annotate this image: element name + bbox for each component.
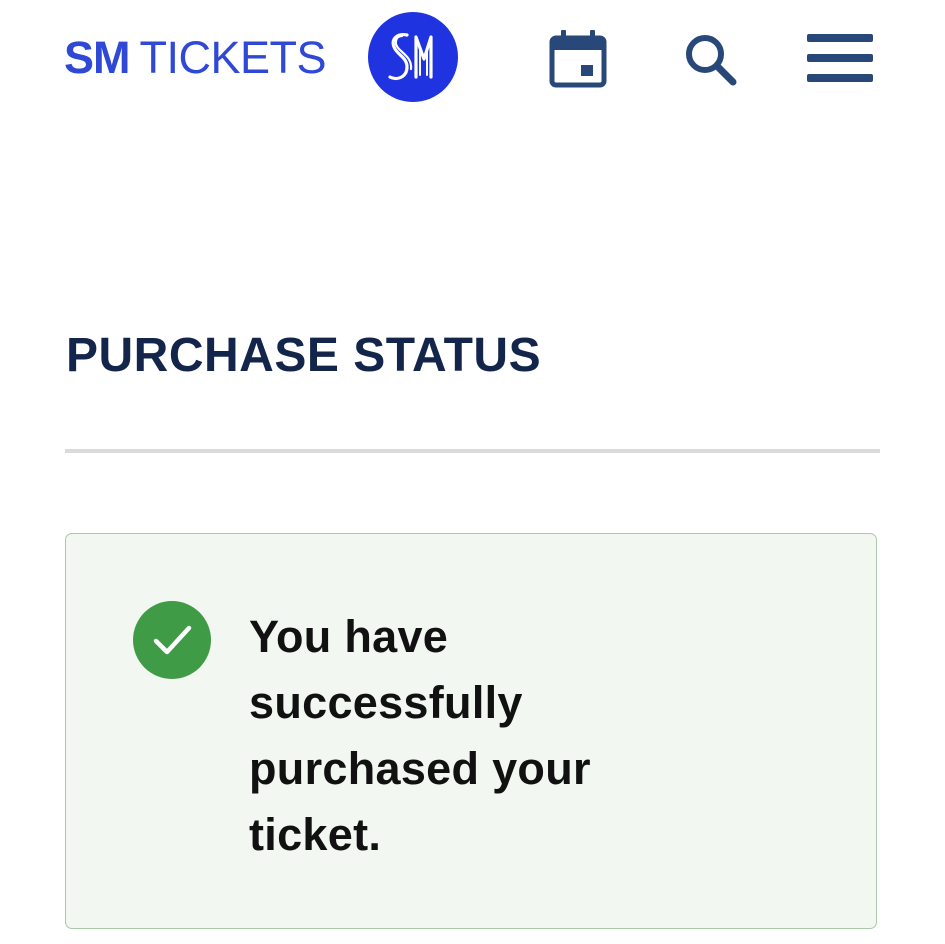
brand-sm-text: SM	[64, 32, 130, 83]
status-alert: You have successfully purchased your tic…	[65, 533, 877, 929]
divider	[65, 449, 880, 453]
calendar-icon[interactable]	[545, 26, 611, 92]
status-message: You have successfully purchased your tic…	[249, 611, 591, 860]
sm-tickets-logo[interactable]: SM TICKETS	[64, 30, 327, 86]
brand-tickets-text: TICKETS	[139, 32, 327, 83]
menu-icon[interactable]	[807, 26, 873, 92]
search-icon[interactable]	[677, 26, 743, 92]
site-header: SM TICKETS	[0, 0, 945, 120]
check-circle-icon	[132, 600, 212, 680]
sm-logo-icon[interactable]	[367, 11, 459, 103]
page-title: PURCHASE STATUS	[66, 329, 542, 382]
